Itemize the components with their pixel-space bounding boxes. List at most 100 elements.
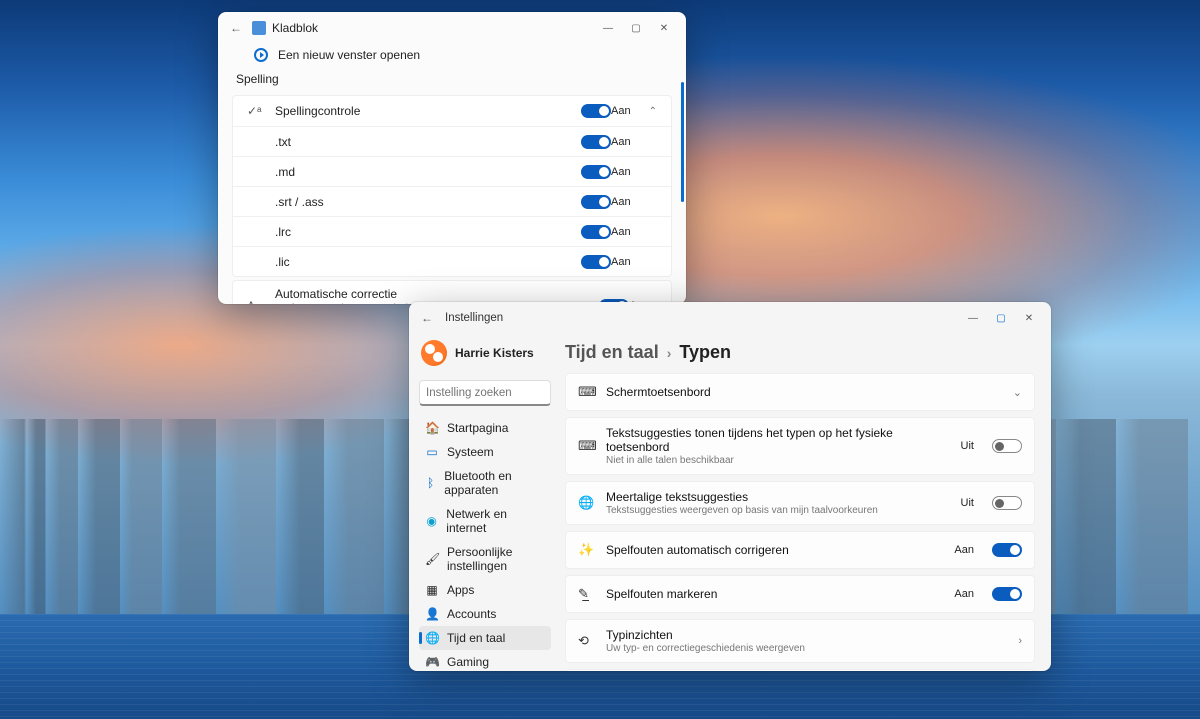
settings-close-button[interactable]: ✕ [1015, 304, 1043, 332]
md-label: .md [275, 165, 581, 179]
person-icon: 👤 [425, 607, 439, 621]
chevron-up-icon[interactable]: ⌃ [649, 106, 657, 117]
lic-state: Aan [611, 256, 631, 268]
multilingual-row[interactable]: 🌐 Meertalige tekstsuggesties Tekstsugges… [565, 481, 1035, 525]
minimize-button[interactable]: — [594, 14, 622, 42]
text-suggestions-toggle[interactable] [992, 439, 1022, 453]
lic-label: .lic [275, 255, 581, 269]
highlight-row[interactable]: ✎̲ Spelfouten markeren Aan [565, 575, 1035, 613]
highlight-title: Spelfouten markeren [606, 587, 942, 601]
open-new-window-label: Een nieuw venster openen [278, 48, 420, 62]
search-box[interactable]: 🔍 [419, 380, 551, 406]
user-name: Harrie Kisters [455, 346, 534, 360]
chevron-right-icon-2: › [1018, 635, 1022, 647]
settings-titlebar: ← Instellingen — ▢ ✕ [409, 302, 1051, 334]
open-new-window-row[interactable]: Een nieuw venster openen [218, 44, 686, 66]
keyboard-icon: ⌨ [578, 384, 594, 400]
play-circle-icon [254, 48, 268, 62]
text-suggestions-row[interactable]: ⌨ Tekstsuggesties tonen tijdens het type… [565, 417, 1035, 475]
multilingual-sub: Tekstsuggesties weergeven op basis van m… [606, 505, 949, 516]
insights-title: Typinzichten [606, 628, 1006, 642]
settings-title: Instellingen [445, 312, 959, 324]
nav-personalization[interactable]: 🖌Persoonlijke instellingen [419, 540, 551, 578]
notepad-title: Kladblok [272, 21, 594, 35]
text-suggestions-sub: Niet in alle talen beschikbaar [606, 455, 949, 466]
notepad-app-icon [252, 21, 266, 35]
srt-row: .srt / .ass Aan ⌄ [233, 186, 671, 216]
chevron-right-icon: › [667, 345, 672, 361]
autocorrect-row[interactable]: Aᵢ Automatische correctie Typfouten word… [233, 281, 671, 304]
text-suggestions-title: Tekstsuggesties tonen tijdens het typen … [606, 426, 949, 454]
home-icon: 🏠 [425, 421, 439, 435]
lic-row: .lic Aan ⌄ [233, 246, 671, 276]
srt-label: .srt / .ass [275, 195, 581, 209]
settings-back-button[interactable]: ← [417, 311, 437, 325]
srt-state: Aan [611, 196, 631, 208]
highlight-toggle[interactable] [992, 587, 1022, 601]
md-toggle[interactable] [581, 165, 611, 179]
autocorrect-setting-toggle[interactable] [992, 543, 1022, 557]
nav-network[interactable]: ◉Netwerk en internet [419, 502, 551, 540]
breadcrumb: Tijd en taal › Typen [565, 342, 1035, 363]
settings-minimize-button[interactable]: — [959, 304, 987, 332]
system-icon: ▭ [425, 445, 439, 459]
md-row: .md Aan ⌄ [233, 156, 671, 186]
history-icon: ⟲ [578, 633, 594, 649]
nav-time-language[interactable]: 🌐Tijd en taal [419, 626, 551, 650]
scrollbar-thumb[interactable] [681, 82, 684, 202]
wifi-icon: ◉ [425, 514, 438, 528]
spelling-section-label: Spelling [218, 66, 686, 92]
settings-main: Tijd en taal › Typen ⌨ Schermtoetsenbord… [557, 334, 1051, 671]
nav-accounts[interactable]: 👤Accounts [419, 602, 551, 626]
autocorrect-setting-row[interactable]: ✨ Spelfouten automatisch corrigeren Aan [565, 531, 1035, 569]
autocorrect-setting-title: Spelfouten automatisch corrigeren [606, 543, 942, 557]
highlight-icon: ✎̲ [578, 586, 594, 602]
close-button[interactable]: ✕ [650, 14, 678, 42]
avatar [421, 340, 447, 366]
multilingual-title: Meertalige tekstsuggesties [606, 490, 949, 504]
chevron-down-icon: ⌄ [1013, 386, 1022, 399]
spellcheck-row[interactable]: ✓ᵃ Spellingcontrole Aan ⌃ [233, 96, 671, 126]
breadcrumb-parent[interactable]: Tijd en taal [565, 342, 659, 363]
autocorrect-card: Aᵢ Automatische correctie Typfouten word… [232, 280, 672, 304]
back-button[interactable]: ← [226, 21, 246, 35]
spellcheck-icon: ✓ᵃ [247, 104, 263, 118]
notepad-titlebar: ← Kladblok — ▢ ✕ [218, 12, 686, 44]
nav-apps[interactable]: ▦Apps [419, 578, 551, 602]
lrc-row: .lrc Aan ⌄ [233, 216, 671, 246]
nav-home[interactable]: 🏠Startpagina [419, 416, 551, 440]
keyboard-small-icon: ⌨ [578, 438, 594, 454]
settings-window: ← Instellingen — ▢ ✕ Harrie Kisters 🔍 🏠S… [409, 302, 1051, 671]
settings-maximize-button[interactable]: ▢ [987, 304, 1015, 332]
txt-toggle[interactable] [581, 135, 611, 149]
user-profile[interactable]: Harrie Kisters [419, 338, 551, 374]
lrc-state: Aan [611, 226, 631, 238]
nav-bluetooth[interactable]: ᛒBluetooth en apparaten [419, 464, 551, 502]
nav-system[interactable]: ▭Systeem [419, 440, 551, 464]
brush-icon: 🖌 [425, 552, 439, 566]
nav-gaming[interactable]: 🎮Gaming [419, 650, 551, 671]
srt-toggle[interactable] [581, 195, 611, 209]
insights-row[interactable]: ⟲ Typinzichten Uw typ- en correctiegesch… [565, 619, 1035, 663]
multilingual-toggle[interactable] [992, 496, 1022, 510]
breadcrumb-current: Typen [679, 342, 731, 363]
lic-toggle[interactable] [581, 255, 611, 269]
touch-keyboard-row[interactable]: ⌨ Schermtoetsenbord ⌄ [565, 373, 1035, 411]
settings-sidebar: Harrie Kisters 🔍 🏠Startpagina ▭Systeem ᛒ… [409, 334, 557, 671]
apps-icon: ▦ [425, 583, 439, 597]
spelling-card: ✓ᵃ Spellingcontrole Aan ⌃ .txt Aan ⌄ .md… [232, 95, 672, 277]
spellcheck-toggle[interactable] [581, 104, 611, 118]
gamepad-icon: 🎮 [425, 655, 439, 669]
spellcheck-state: Aan [611, 105, 631, 117]
globe-icon: 🌐 [425, 631, 439, 645]
md-state: Aan [611, 166, 631, 178]
txt-row: .txt Aan ⌄ [233, 126, 671, 156]
maximize-button[interactable]: ▢ [622, 14, 650, 42]
autocorrect-setting-state: Aan [954, 544, 974, 556]
lrc-toggle[interactable] [581, 225, 611, 239]
multilingual-state: Uit [961, 497, 974, 509]
advanced-row[interactable]: ⚙ Geavanceerde toetsenbordinstellingen › [565, 669, 1035, 671]
wand-icon: ✨ [578, 542, 594, 558]
globe-small-icon: 🌐 [578, 495, 594, 511]
bluetooth-icon: ᛒ [425, 476, 436, 490]
